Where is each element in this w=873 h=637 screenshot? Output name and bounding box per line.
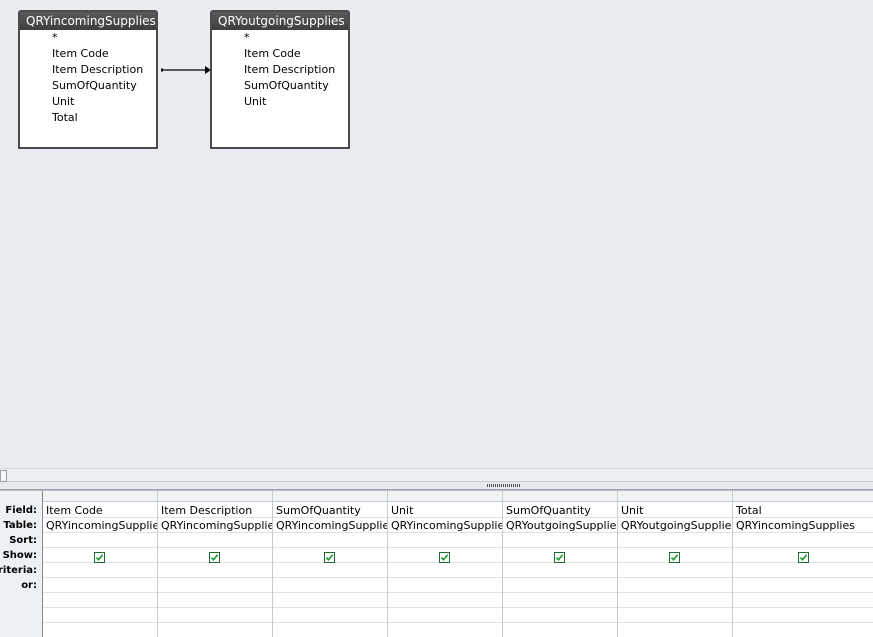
field-cell[interactable]: Item Description xyxy=(158,504,272,518)
row-label-sort: Sort: xyxy=(9,535,37,546)
field-item[interactable]: SumOfQuantity xyxy=(212,78,348,94)
show-checkbox[interactable] xyxy=(94,552,105,563)
field-cell[interactable]: Item Code xyxy=(43,504,157,518)
row-label-show: Show: xyxy=(2,550,37,561)
show-checkbox[interactable] xyxy=(669,552,680,563)
field-cell[interactable]: SumOfQuantity xyxy=(273,504,387,518)
checkmark-icon xyxy=(799,554,807,562)
field-cell[interactable]: Unit xyxy=(388,504,502,518)
column-selector[interactable] xyxy=(388,491,502,502)
table-box-outgoing[interactable]: QRYoutgoingSupplies * Item Code Item Des… xyxy=(210,10,350,149)
field-item[interactable]: Item Code xyxy=(212,46,348,62)
row-label-criteria: Criteria: xyxy=(0,565,37,576)
field-item[interactable]: Unit xyxy=(20,94,156,110)
row-label-column: Field: Table: Sort: Show: Criteria: or: xyxy=(0,491,43,637)
field-item[interactable]: Unit xyxy=(212,94,348,110)
column-selector[interactable] xyxy=(618,491,732,502)
field-item[interactable]: * xyxy=(20,30,156,46)
table-cell[interactable]: QRYincomingSupplies xyxy=(733,519,873,533)
query-design-area[interactable]: QRYincomingSupplies * Item Code Item Des… xyxy=(0,0,873,468)
field-cell[interactable]: Total xyxy=(733,504,873,518)
join-line[interactable] xyxy=(161,60,213,80)
grid-columns: Item Code QRYincomingSupplies Item Descr… xyxy=(43,491,873,637)
field-item[interactable]: Item Description xyxy=(20,62,156,78)
table-cell[interactable]: QRYincomingSupplies xyxy=(273,519,387,533)
show-checkbox[interactable] xyxy=(554,552,565,563)
checkmark-icon xyxy=(555,554,564,562)
show-checkbox[interactable] xyxy=(324,552,335,563)
horizontal-scrollbar[interactable] xyxy=(0,468,873,482)
table-cell[interactable]: QRYoutgoingSupplies xyxy=(503,519,617,533)
table-title[interactable]: QRYoutgoingSupplies xyxy=(212,12,348,30)
row-label-table: Table: xyxy=(3,520,37,531)
query-design-grid[interactable]: Field: Table: Sort: Show: Criteria: or: … xyxy=(0,490,873,637)
grid-column[interactable]: Item Description QRYincomingSupplies xyxy=(158,491,273,637)
scroll-thumb[interactable] xyxy=(0,470,7,482)
field-item[interactable]: Total xyxy=(20,110,156,126)
field-list: * Item Code Item Description SumOfQuanti… xyxy=(212,30,348,110)
show-checkbox[interactable] xyxy=(439,552,450,563)
checkmark-icon xyxy=(95,554,104,562)
field-item[interactable]: Item Description xyxy=(212,62,348,78)
pane-splitter[interactable] xyxy=(0,482,873,490)
grid-column[interactable]: Total QRYincomingSupplies xyxy=(733,491,873,637)
table-title[interactable]: QRYincomingSupplies xyxy=(20,12,156,30)
column-selector[interactable] xyxy=(158,491,272,502)
table-cell[interactable]: QRYincomingSupplies xyxy=(158,519,272,533)
checkmark-icon xyxy=(325,554,334,562)
table-cell[interactable]: QRYoutgoingSupplies xyxy=(618,519,732,533)
field-item[interactable]: SumOfQuantity xyxy=(20,78,156,94)
grid-column[interactable]: SumOfQuantity QRYoutgoingSupplies xyxy=(503,491,618,637)
column-selector[interactable] xyxy=(503,491,617,502)
column-selector[interactable] xyxy=(273,491,387,502)
row-label-field: Field: xyxy=(5,505,37,516)
table-box-incoming[interactable]: QRYincomingSupplies * Item Code Item Des… xyxy=(18,10,158,149)
row-label-or: or: xyxy=(21,580,37,591)
field-item[interactable]: Item Code xyxy=(20,46,156,62)
field-cell[interactable]: SumOfQuantity xyxy=(503,504,617,518)
checkmark-icon xyxy=(440,554,449,562)
grid-column[interactable]: Item Code QRYincomingSupplies xyxy=(43,491,158,637)
table-cell[interactable]: QRYincomingSupplies xyxy=(43,519,157,533)
grid-column[interactable]: Unit QRYincomingSupplies xyxy=(388,491,503,637)
show-checkbox[interactable] xyxy=(209,552,220,563)
checkmark-icon xyxy=(210,554,219,562)
grid-column[interactable]: SumOfQuantity QRYincomingSupplies xyxy=(273,491,388,637)
column-selector[interactable] xyxy=(733,491,873,502)
column-selector[interactable] xyxy=(43,491,157,502)
splitter-grip-icon[interactable] xyxy=(487,484,521,487)
show-checkbox[interactable] xyxy=(797,552,809,563)
checkmark-icon xyxy=(670,554,679,562)
grid-column[interactable]: Unit QRYoutgoingSupplies xyxy=(618,491,733,637)
field-cell[interactable]: Unit xyxy=(618,504,732,518)
field-list: * Item Code Item Description SumOfQuanti… xyxy=(20,30,156,126)
field-item[interactable]: * xyxy=(212,30,348,46)
table-cell[interactable]: QRYincomingSupplies xyxy=(388,519,502,533)
